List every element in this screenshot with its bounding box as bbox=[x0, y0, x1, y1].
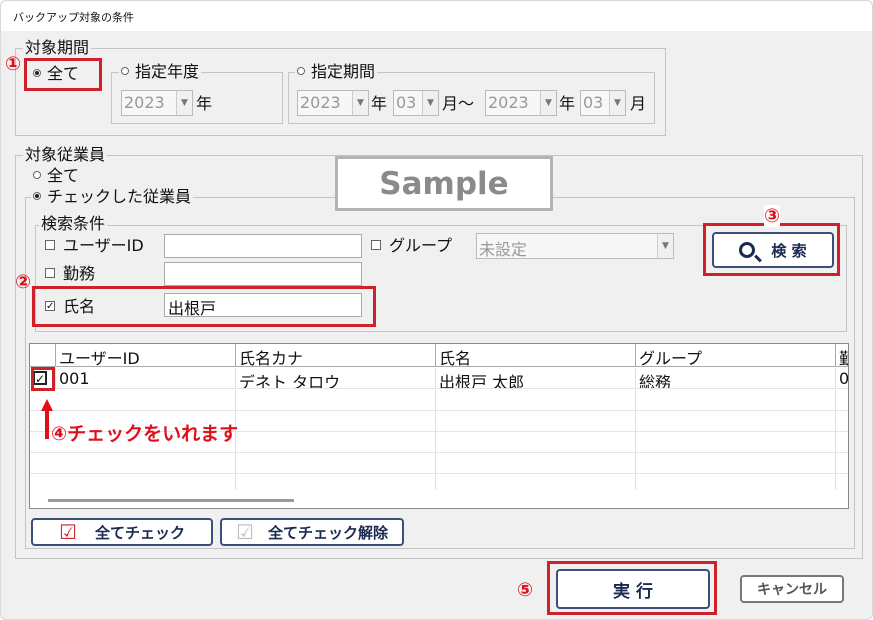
year-radio[interactable]: 指定年度 bbox=[119, 63, 202, 81]
chevron-down-icon: ▼ bbox=[352, 91, 368, 115]
table-cell-name: 出根戸 太郎 bbox=[436, 368, 636, 389]
checkbox-icon: ☑ bbox=[236, 520, 254, 544]
annotation-arrow-shaft bbox=[45, 409, 49, 439]
employees-all-radio[interactable]: 全て bbox=[33, 167, 79, 185]
year-suffix: 年 bbox=[196, 94, 213, 113]
annotation-5: ⑤ bbox=[517, 579, 534, 601]
search-button-label: 検 索 bbox=[771, 241, 807, 260]
annotation-4: ④チェックをいれます bbox=[51, 423, 239, 445]
year-select[interactable]: 2023 ▼ bbox=[121, 90, 193, 116]
from-month-select[interactable]: 03 ▼ bbox=[393, 90, 439, 116]
to-year-select[interactable]: 2023 ▼ bbox=[485, 90, 557, 116]
cancel-button[interactable]: キャンセル bbox=[740, 575, 844, 603]
checkmark-icon: ☑ bbox=[59, 520, 77, 544]
table-cell-group: 総務 bbox=[636, 368, 836, 389]
to-month-select[interactable]: 03 ▼ bbox=[580, 90, 626, 116]
uncheck-all-label: 全てチェック解除 bbox=[267, 523, 388, 542]
annotation-2: ② bbox=[15, 271, 32, 293]
column-header-userid[interactable]: ユーザーID bbox=[56, 344, 236, 367]
annotation-3: ③ bbox=[764, 205, 781, 227]
userid-input[interactable] bbox=[164, 234, 362, 258]
search-icon bbox=[739, 242, 763, 263]
check-all-label: 全てチェック bbox=[94, 523, 185, 542]
search-legend: 検索条件 bbox=[39, 214, 108, 233]
table-cell-kana: デネト タロウ bbox=[236, 368, 436, 389]
to-month-unit: 月 bbox=[630, 94, 647, 113]
table-cell-work: 0 bbox=[836, 368, 848, 389]
range-radio[interactable]: 指定期間 bbox=[295, 63, 378, 81]
from-month-unit: 月～ bbox=[442, 94, 475, 113]
dialog-window: バックアップ対象の条件 対象期間 全て ① 指定年度 2023 ▼ 年 指定期間 … bbox=[0, 0, 873, 620]
chevron-down-icon: ▼ bbox=[540, 91, 556, 115]
chevron-down-icon: ▼ bbox=[609, 91, 625, 115]
annotation-box-4 bbox=[31, 367, 55, 391]
check-all-button[interactable]: ☑ 全てチェック bbox=[31, 518, 213, 546]
group-checkbox[interactable]: グループ bbox=[371, 237, 452, 255]
userid-checkbox[interactable]: ユーザーID bbox=[45, 237, 144, 255]
chevron-down-icon: ▼ bbox=[176, 91, 192, 115]
horizontal-scrollbar[interactable] bbox=[48, 499, 294, 502]
run-button[interactable]: 実 行 bbox=[556, 569, 710, 609]
to-year-unit: 年 bbox=[559, 94, 576, 113]
work-checkbox[interactable]: 勤務 bbox=[45, 265, 95, 283]
annotation-box-2 bbox=[32, 286, 376, 327]
column-header-kana[interactable]: 氏名カナ bbox=[236, 344, 436, 367]
checked-employees-radio[interactable]: チェックした従業員 bbox=[31, 188, 194, 206]
annotation-1: ① bbox=[5, 53, 22, 75]
employees-legend: 対象従業員 bbox=[23, 145, 108, 164]
period-legend: 対象期間 bbox=[23, 38, 92, 57]
group-select[interactable]: 未設定 ▼ bbox=[476, 233, 674, 259]
uncheck-all-button[interactable]: ☑ 全てチェック解除 bbox=[220, 518, 404, 546]
from-year-unit: 年 bbox=[371, 94, 388, 113]
sample-watermark: Sample bbox=[335, 156, 553, 211]
window-title: バックアップ対象の条件 bbox=[1, 1, 872, 31]
search-button[interactable]: 検 索 bbox=[712, 232, 834, 268]
chevron-down-icon: ▼ bbox=[657, 234, 673, 258]
column-header-check bbox=[30, 344, 56, 367]
column-header-work[interactable]: 勤 bbox=[836, 344, 848, 367]
work-input[interactable] bbox=[164, 262, 362, 286]
column-header-group[interactable]: グループ bbox=[636, 344, 836, 367]
annotation-box-1 bbox=[24, 58, 102, 91]
from-year-select[interactable]: 2023 ▼ bbox=[297, 90, 369, 116]
table-cell-userid: 001 bbox=[56, 368, 236, 389]
column-header-name[interactable]: 氏名 bbox=[436, 344, 636, 367]
chevron-down-icon: ▼ bbox=[422, 91, 438, 115]
